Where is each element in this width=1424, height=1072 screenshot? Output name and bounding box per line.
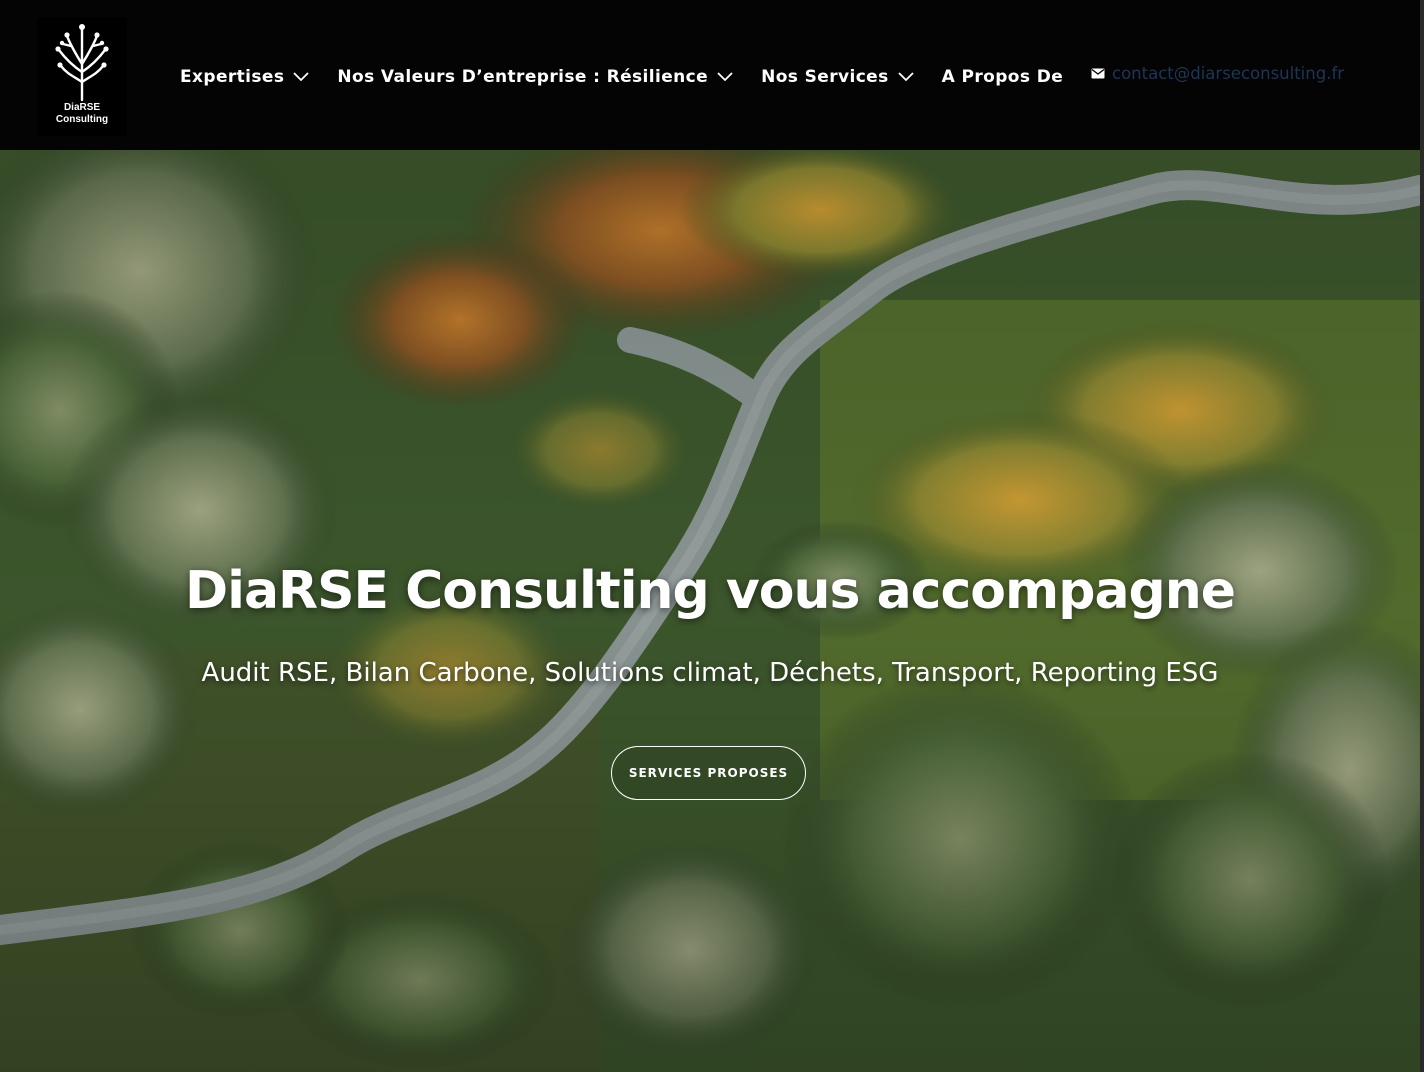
window-edge (1420, 0, 1424, 1072)
chevron-down-icon (717, 72, 733, 82)
site-header: DiaRSE Consulting Expertises Nos Valeurs… (0, 0, 1420, 150)
nav-label-services: Nos Services (761, 67, 889, 87)
nav-item-apropos[interactable]: A Propos De (942, 67, 1064, 87)
nav-label-expertises: Expertises (180, 67, 285, 87)
logo-text: DiaRSE Consulting (37, 102, 127, 126)
logo-line-1: DiaRSE (63, 102, 101, 113)
hero-section: DiaRSE Consulting vous accompagne Audit … (0, 150, 1420, 1072)
envelope-icon (1091, 68, 1105, 79)
nav-item-services[interactable]: Nos Services (761, 67, 914, 87)
tree-logo-icon (55, 24, 109, 102)
nav-label-apropos: A Propos De (941, 67, 1064, 87)
hero-title: DiaRSE Consulting vous accompagne (184, 561, 1236, 621)
page: DiaRSE Consulting Expertises Nos Valeurs… (0, 0, 1420, 1072)
logo-line-2: Consulting (55, 114, 109, 125)
hero-subtitle: Audit RSE, Bilan Carbone, Solutions clim… (201, 658, 1219, 688)
contact-email: contact@diarseconsulting.fr (1091, 64, 1344, 83)
services-button[interactable]: SERVICES PROPOSES (611, 746, 806, 800)
logo[interactable]: DiaRSE Consulting (37, 18, 127, 136)
nav-label-valeurs: Nos Valeurs D’entreprise : Résilience (337, 67, 709, 87)
chevron-down-icon (293, 72, 310, 82)
main-nav: Expertises Nos Valeurs D’entreprise : Ré… (180, 62, 1091, 92)
nav-item-expertises[interactable]: Expertises (180, 67, 310, 87)
chevron-down-icon (897, 72, 914, 82)
email-link[interactable]: contact@diarseconsulting.fr (1112, 64, 1344, 83)
nav-item-valeurs[interactable]: Nos Valeurs D’entreprise : Résilience (337, 67, 733, 87)
